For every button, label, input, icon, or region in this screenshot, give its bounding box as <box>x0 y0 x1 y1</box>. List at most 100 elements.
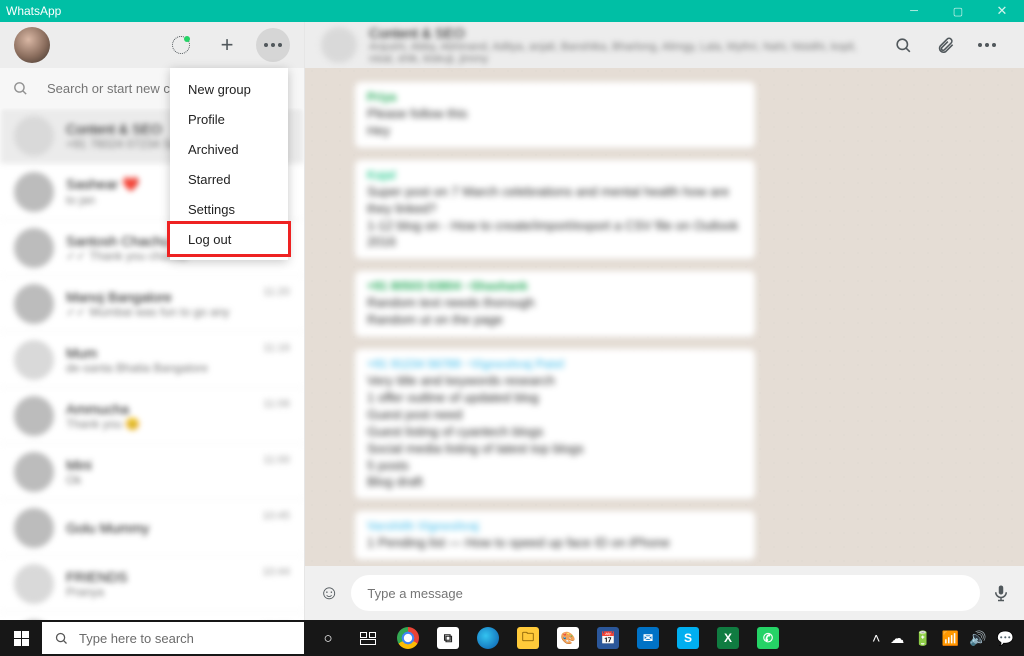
chat-preview: Pranya <box>66 585 250 599</box>
message-sender: +91 80503 63804 ~Shashank <box>367 279 743 293</box>
menu-item-profile[interactable]: Profile <box>170 104 288 134</box>
message-bubble: Varshith Vigneshraj 1 Pending list — How… <box>355 511 755 560</box>
menu-item-archived[interactable]: Archived <box>170 134 288 164</box>
attach-button[interactable] <box>936 36 966 55</box>
taskbar: Type here to search ○ ⧉ 🗀 🎨 📅 ✉ S X ✆ ˄ … <box>0 620 1024 656</box>
new-chat-button[interactable]: + <box>210 28 244 62</box>
chat-item[interactable]: Mini Ok 11:00 <box>0 444 304 500</box>
chat-name: Ammucha <box>66 401 251 417</box>
cortana-icon[interactable]: ○ <box>308 620 348 656</box>
message-bubble: +91 80503 63804 ~Shashank Random text ne… <box>355 271 755 337</box>
chat-item[interactable]: Golu Mummy 10:45 <box>0 500 304 556</box>
taskbar-search[interactable]: Type here to search <box>42 622 304 654</box>
chat-avatar <box>14 228 54 268</box>
avatar[interactable] <box>14 27 50 63</box>
message-body: Very title and keywords research1 offer … <box>367 373 743 491</box>
chat-avatar <box>14 508 54 548</box>
chat-time: 10:45 <box>262 510 290 522</box>
chat-avatar <box>14 172 54 212</box>
start-button[interactable] <box>0 620 42 656</box>
taskbar-icons: ○ ⧉ 🗀 🎨 📅 ✉ S X ✆ <box>308 620 788 656</box>
chat-avatar <box>14 340 54 380</box>
app-shell: + Content & SEO +91 76024 07234 Secret..… <box>0 22 1024 620</box>
conversation-avatar[interactable] <box>321 27 357 63</box>
message-input[interactable] <box>367 586 964 601</box>
skype-icon[interactable]: S <box>668 620 708 656</box>
sidebar-header: + <box>0 22 304 68</box>
message-sender: Kajal <box>367 168 743 182</box>
task-view-icon[interactable] <box>348 620 388 656</box>
chat-name: Mini <box>66 457 251 473</box>
chat-preview: ✓✓ Mumbai was fun to go any <box>66 305 251 319</box>
message-input-wrapper[interactable] <box>351 575 980 611</box>
menu-item-starred[interactable]: Starred <box>170 164 288 194</box>
message-sender: Priya <box>367 90 743 104</box>
mail-icon[interactable]: ✉ <box>628 620 668 656</box>
message-list[interactable]: Priya Please follow thisHey Kajal Super p… <box>305 68 1024 566</box>
maximize-button[interactable]: ▢ <box>936 0 980 22</box>
message-bubble: Kajal Super post on 7 March celebrations… <box>355 160 755 260</box>
windows-icon <box>14 631 29 646</box>
chat-time: 11:00 <box>263 454 290 466</box>
chrome-icon[interactable] <box>388 620 428 656</box>
titlebar: WhatsApp ─ ▢ ✕ <box>0 0 1024 22</box>
status-icon <box>172 36 190 54</box>
chat-avatar <box>14 620 54 621</box>
dots-icon <box>978 43 1008 47</box>
mic-button[interactable] <box>992 582 1010 604</box>
calculator-icon[interactable]: 📅 <box>588 620 628 656</box>
file-explorer-icon[interactable]: 🗀 <box>508 620 548 656</box>
message-body: 1 Pending list — How to speed up face ID… <box>367 535 743 552</box>
chat-item[interactable]: Manoj Bangalore ✓✓ Mumbai was fun to go … <box>0 276 304 332</box>
message-bubble: Priya Please follow thisHey <box>355 82 755 148</box>
chat-avatar <box>14 396 54 436</box>
chat-avatar <box>14 564 54 604</box>
paint-icon[interactable]: 🎨 <box>548 620 588 656</box>
tray-onedrive-icon[interactable]: ☁ <box>890 630 904 647</box>
tray-chevron-up-icon[interactable]: ˄ <box>872 630 880 646</box>
chat-item[interactable]: Mum de-santa Bhatia Bangalore 11:16 <box>0 332 304 388</box>
chat-name: FRIENDS <box>66 569 250 585</box>
tray-volume-icon[interactable]: 🔊 <box>969 630 986 647</box>
chat-time: 10:44 <box>262 566 290 578</box>
excel-icon[interactable]: X <box>708 620 748 656</box>
system-tray[interactable]: ˄ ☁ 🔋 📶 🔊 💬 <box>872 630 1024 647</box>
microsoft-store-icon[interactable]: ⧉ <box>428 620 468 656</box>
tray-wifi-icon[interactable]: 📶 <box>942 630 959 647</box>
chat-name: Manoj Bangalore <box>66 289 251 305</box>
close-button[interactable]: ✕ <box>980 0 1024 22</box>
message-body: Random text needs thoroughRandom ut on t… <box>367 295 743 329</box>
taskbar-search-placeholder: Type here to search <box>79 631 194 646</box>
conversation-panel: Content & SEO Anjushi, Abby, Abhinand, A… <box>305 22 1024 620</box>
conversation-title[interactable]: Content & SEO <box>369 25 882 41</box>
minimize-button[interactable]: ─ <box>892 0 936 22</box>
chat-preview: de-santa Bhatia Bangalore <box>66 361 251 375</box>
composer: ☺ <box>305 566 1024 620</box>
plus-icon: + <box>221 32 234 58</box>
search-icon <box>54 631 69 646</box>
message-body: Super post on 7 March celebrations and m… <box>367 184 743 252</box>
conversation-menu-button[interactable] <box>978 43 1008 47</box>
chat-item[interactable]: Ammucha Thank you 😊 11:06 <box>0 388 304 444</box>
chat-preview: Thank you 😊 <box>66 417 251 431</box>
menu-button[interactable] <box>256 28 290 62</box>
search-icon <box>12 80 29 97</box>
conversation-subtitle: Anjushi, Abby, Abhinand, Aditya, anjali,… <box>369 41 882 65</box>
menu-item-log-out[interactable]: Log out <box>167 221 291 257</box>
status-button[interactable] <box>164 28 198 62</box>
emoji-button[interactable]: ☺ <box>319 582 339 605</box>
chat-item[interactable]: FRIENDS Pranya 10:44 <box>0 556 304 612</box>
menu-item-new-group[interactable]: New group <box>170 74 288 104</box>
search-conversation-button[interactable] <box>894 36 924 55</box>
conversation-header: Content & SEO Anjushi, Abby, Abhinand, A… <box>305 22 1024 68</box>
message-body: Please follow thisHey <box>367 106 743 140</box>
message-sender: +91 91234 56789 ~Vigneshraj Patel <box>367 357 743 371</box>
chat-time: 11:06 <box>263 398 290 410</box>
message-bubble: +91 91234 56789 ~Vigneshraj Patel Very t… <box>355 349 755 499</box>
tray-notifications-icon[interactable]: 💬 <box>997 630 1014 647</box>
menu-item-settings[interactable]: Settings <box>170 194 288 224</box>
edge-icon[interactable] <box>468 620 508 656</box>
whatsapp-icon[interactable]: ✆ <box>748 620 788 656</box>
chat-item[interactable]: Akshita Gupta 10:39 <box>0 612 304 620</box>
tray-battery-icon[interactable]: 🔋 <box>914 630 931 647</box>
